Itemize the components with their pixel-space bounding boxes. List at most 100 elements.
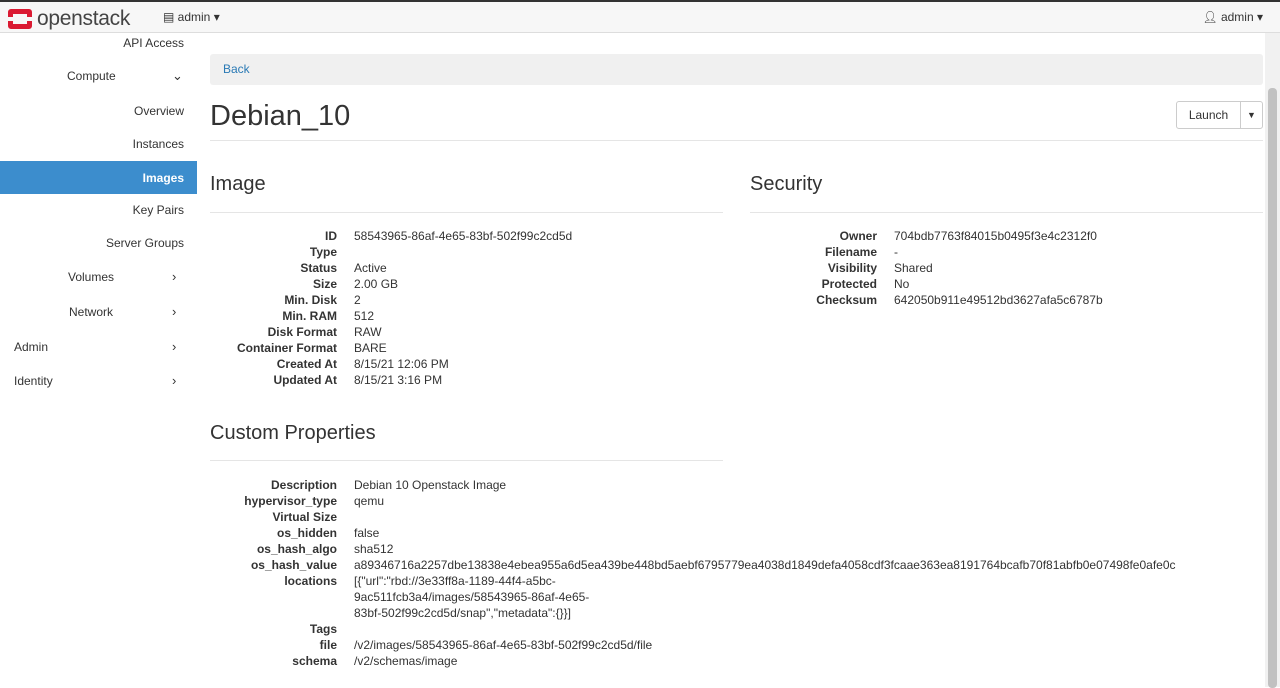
detail-label: Tags [309, 622, 337, 636]
detail-value: 512 [354, 309, 375, 323]
scrollbar[interactable] [1265, 33, 1280, 688]
detail-row: file/v2/images/58543965-86af-4e65-83bf-5… [210, 637, 1176, 653]
detail-row: Protected No [750, 276, 1103, 292]
divider [210, 140, 1263, 141]
detail-label: Updated At [273, 373, 337, 387]
detail-value: Active [354, 261, 387, 275]
detail-label: Protected [821, 277, 877, 291]
sidebar-item-compute[interactable]: Compute [67, 69, 116, 83]
detail-label: Visibility [827, 261, 877, 275]
detail-value: 704bdb7763f84015b0495f3e4c2312f0 [894, 229, 1097, 243]
detail-row: Container Format BARE [210, 340, 572, 356]
detail-label: Status [300, 261, 337, 275]
detail-label: ID [325, 229, 337, 243]
detail-row: Created At 8/15/21 12:06 PM [210, 356, 572, 372]
detail-label: os_hidden [276, 526, 337, 540]
detail-value: RAW [354, 325, 382, 339]
security-details: Owner 704bdb7763f84015b0495f3e4c2312f0 Fil… [750, 228, 1103, 308]
detail-row: os_hash_value a89346716a2257dbe13838e4ebe… [210, 557, 1176, 573]
openstack-logo-icon [7, 9, 33, 29]
detail-label: Description [270, 478, 337, 492]
detail-row: Min. RAM 512 [210, 308, 572, 324]
detail-row: Description Debian 10 Openstack Image [210, 477, 1176, 493]
detail-label: hypervisor_type [244, 494, 337, 508]
detail-value: [{"url":"rbd://3e33ff8a-1189-44f4-a5bc-9… [354, 574, 590, 620]
sidebar-item-volumes[interactable]: Volumes [68, 270, 114, 284]
sidebar-item-server-groups[interactable]: Server Groups [106, 236, 184, 250]
detail-row: Type [210, 244, 572, 260]
caret-down-icon: ▾ [1256, 10, 1263, 24]
detail-value: /v2/images/58543965-86af-4e65-83bf-502f9… [354, 638, 653, 652]
detail-row: Virtual Size [210, 509, 1176, 525]
divider [210, 460, 723, 461]
detail-label: Filename [824, 245, 877, 259]
detail-row: schema/v2/schemas/image [210, 653, 1176, 669]
image-heading: Image [210, 173, 266, 195]
detail-label: Checksum [816, 293, 877, 307]
user-dropdown[interactable]: 👤︎ admin ▾ [1202, 10, 1263, 24]
sidebar-item-key-pairs[interactable]: Key Pairs [133, 203, 184, 217]
detail-value: sha512 [354, 542, 394, 556]
launch-dropdown-caret-icon[interactable]: ▼ [1240, 102, 1262, 128]
sidebar-item-instances[interactable]: Instances [133, 137, 184, 151]
security-heading: Security [750, 173, 823, 195]
detail-value: false [354, 526, 380, 540]
detail-value: 642050b911e49512bd3627afa5c6787b [894, 293, 1103, 307]
breadcrumb: Back [210, 54, 1263, 85]
user-label: admin [1220, 10, 1254, 24]
project-dropdown[interactable]: ▤ admin ▾ [163, 10, 220, 24]
detail-value: Shared [894, 261, 933, 275]
detail-value: 8/15/21 12:06 PM [354, 357, 449, 371]
detail-label: Container Format [236, 341, 337, 355]
image-details: ID 58543965-86af-4e65-83bf-502f99c2cd5d Ty… [210, 228, 572, 388]
sidebar-item-overview[interactable]: Overview [134, 104, 184, 118]
sidebar-item-api-access[interactable]: API Access [123, 36, 184, 50]
project-label: admin [177, 10, 211, 24]
detail-row: os_hash_algo sha512 [210, 541, 1176, 557]
sidebar-item-label: Images [142, 171, 184, 185]
detail-row: locations [{"url":"rbd://3e33ff8a-1189-44… [210, 573, 1176, 621]
detail-value: 2.00 GB [354, 277, 399, 291]
launch-button-group: Launch ▼ [1176, 101, 1263, 129]
detail-label: Disk Format [267, 325, 337, 339]
detail-value: 8/15/21 3:16 PM [354, 373, 443, 387]
sidebar-item-images[interactable]: Images [0, 161, 197, 194]
detail-value: No [894, 277, 910, 291]
detail-value: Debian 10 Openstack Image [354, 478, 507, 492]
launch-button[interactable]: Launch [1177, 102, 1240, 128]
detail-value: 2 [354, 293, 361, 307]
detail-value: /v2/schemas/image [354, 654, 458, 668]
detail-label: locations [284, 574, 337, 588]
page-title: Debian_10 [210, 100, 351, 132]
detail-label: os_hash_value [250, 558, 337, 572]
detail-label: Owner [839, 229, 877, 243]
detail-row: ID 58543965-86af-4e65-83bf-502f99c2cd5d [210, 228, 572, 244]
detail-label: file [319, 638, 337, 652]
detail-row: Size 2.00 GB [210, 276, 572, 292]
sidebar-item-network[interactable]: Network [69, 305, 113, 319]
openstack-logo[interactable]: openstack [7, 7, 131, 31]
detail-value: 58543965-86af-4e65-83bf-502f99c2cd5d [354, 229, 573, 243]
detail-row: Tags [210, 621, 1176, 637]
detail-label: os_hash_algo [256, 542, 337, 556]
detail-label: Type [309, 245, 337, 259]
detail-row: Updated At 8/15/21 3:16 PM [210, 372, 572, 388]
chevron-right-icon: › [172, 304, 177, 319]
sidebar-item-identity[interactable]: Identity [14, 374, 53, 388]
detail-row: Min. Disk 2 [210, 292, 572, 308]
detail-row: Disk Format RAW [210, 324, 572, 340]
sidebar-item-admin[interactable]: Admin [14, 340, 48, 354]
detail-value: BARE [354, 341, 387, 355]
chevron-right-icon: › [172, 269, 177, 284]
detail-row: os_hidden false [210, 525, 1176, 541]
chevron-right-icon: › [172, 339, 177, 354]
caret-down-icon: ▾ [213, 10, 220, 24]
chevron-right-icon: › [172, 373, 177, 388]
brand-text: openstack [37, 7, 131, 30]
detail-row: Owner 704bdb7763f84015b0495f3e4c2312f0 [750, 228, 1103, 244]
scrollbar-thumb[interactable] [1268, 88, 1277, 688]
divider [210, 212, 723, 213]
detail-row: Status Active [210, 260, 572, 276]
detail-row: Visibility Shared [750, 260, 1103, 276]
back-link[interactable]: Back [223, 62, 250, 76]
